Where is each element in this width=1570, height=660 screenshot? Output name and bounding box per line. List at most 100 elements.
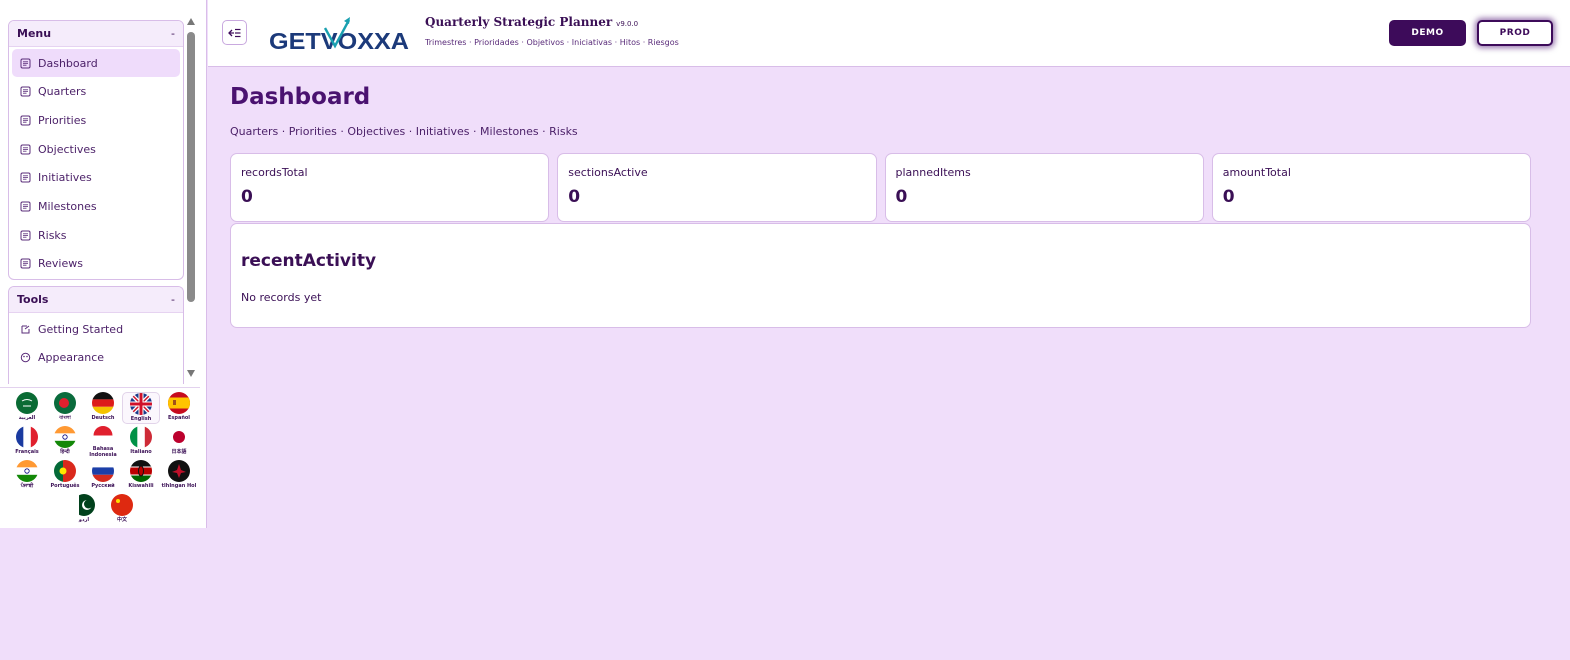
language-option-german[interactable]: Deutsch [84,392,122,424]
document-icon [20,86,31,97]
scroll-up-arrow-icon[interactable] [187,18,195,25]
stat-label: recordsTotal [241,166,308,179]
tools-panel-header[interactable]: Tools - [9,287,183,313]
sidebar-item-milestones[interactable]: Milestones [12,192,180,220]
stat-value: 0 [568,187,581,207]
document-icon [20,144,31,155]
spain-flag-icon [168,392,190,414]
app-title-text: Quarterly Strategic Planner [425,15,613,29]
language-option-portuguese[interactable]: Português [46,460,84,492]
document-icon [20,201,31,212]
breadcrumb: Quarters · Priorities · Objectives · Ini… [230,125,578,138]
menu-panel-title: Menu [17,27,52,40]
kenya-flag-icon [130,460,152,482]
language-option-klingon[interactable]: tlhIngan Hol [160,460,198,492]
india-flag-icon [16,460,38,482]
uk-flag-icon [130,393,152,415]
tools-collapse-toggle[interactable]: - [171,293,175,306]
sidebar-item-label: Objectives [38,142,96,156]
sidebar-item-appearance[interactable]: Appearance [12,343,180,371]
sidebar-item-label: Dashboard [38,56,98,70]
sidebar-item-label: Appearance [38,350,105,364]
indonesia-flag-icon [93,426,113,445]
germany-flag-icon [92,392,114,414]
menu-collapse-toggle[interactable]: - [171,27,175,40]
sidebar-item-objectives[interactable]: Objectives [12,135,180,163]
sidebar-scrollbar[interactable] [186,18,196,380]
bangladesh-flag-icon [54,392,76,414]
sidebar-item-initiatives[interactable]: Initiatives [12,164,180,192]
page-title: Dashboard [230,84,371,110]
stat-value: 0 [241,187,253,207]
stat-label: sectionsActive [568,166,648,179]
tools-panel-title: Tools [17,293,49,306]
sidebar-collapse-button[interactable] [222,20,247,45]
document-icon [20,58,31,68]
japan-flag-icon [168,426,190,448]
saudi-flag-icon [16,392,38,414]
stat-card-sections-active: sectionsActive 0 [557,153,877,222]
sidebar-item-label: Priorities [38,113,87,127]
language-option-hindi[interactable]: हिन्दी [46,426,84,458]
sidebar: Menu - Dashboard Quarters Priorities Obj… [0,0,207,528]
sidebar-scroll-area: Menu - Dashboard Quarters Priorities Obj… [0,0,207,384]
sidebar-item-risks[interactable]: Risks [12,221,180,249]
sidebar-item-reviews[interactable]: Reviews [12,250,180,278]
getvoxxa-logo: GETVOXXA [269,17,409,54]
app-subtitle: Trimestres · Prioridades · Objetivos · I… [425,38,679,47]
launch-icon [21,325,30,333]
sidebar-item-dashboard[interactable]: Dashboard [12,49,180,77]
language-option-japanese[interactable]: 日本語 [160,426,198,458]
language-option-chinese[interactable]: 中文 [103,494,141,526]
sidebar-collapse-icon [228,28,241,37]
stat-card-records-total: recordsTotal 0 [230,153,550,222]
language-option-urdu[interactable]: اردو [65,494,103,526]
language-option-swahili[interactable]: Kiswahili [122,460,160,492]
language-option-arabic[interactable]: العربية [8,392,46,424]
language-picker: العربية বাংলা Deutsch English Español Fr… [7,392,199,528]
scroll-down-arrow-icon[interactable] [187,370,195,377]
palette-icon [20,352,31,362]
stat-card-amount-total: amountTotal 0 [1211,153,1531,222]
sidebar-item-label: Milestones [38,199,97,213]
sidebar-item-label: Initiatives [38,171,92,185]
sidebar-item-getting-started[interactable]: Getting Started [12,315,180,343]
empty-state-text: No records yet [241,291,322,304]
sidebar-item-quarters[interactable]: Quarters [12,78,180,106]
language-option-bengali[interactable]: বাংলা [46,392,84,424]
language-option-italian[interactable]: Italiano [122,426,160,458]
language-option-spanish[interactable]: Español [160,392,198,424]
klingon-flag-icon [168,460,190,482]
language-option-indonesian[interactable]: Bahasa Indonesia [84,426,122,458]
italy-flag-icon [130,426,152,448]
recent-activity-panel: recentActivity No records yet [230,223,1531,328]
language-option-punjabi[interactable]: ਪੰਜਾਬੀ [8,460,46,492]
app-title: Quarterly Strategic Planner v9.0.0 [425,15,638,29]
prod-env-button[interactable]: PROD [1477,20,1553,46]
document-icon [20,230,31,241]
stat-label: plannedItems [895,166,971,179]
recent-activity-title: recentActivity [241,251,377,271]
document-icon [20,258,31,269]
language-option-russian[interactable]: Русский [84,460,122,492]
sidebar-item-label: Quarters [38,85,87,99]
pakistan-flag-icon [73,494,95,516]
sidebar-item-priorities[interactable]: Priorities [12,106,180,134]
language-option-french[interactable]: Français [8,426,46,458]
russia-flag-icon [92,460,114,482]
sidebar-item-label: Reviews [38,257,83,271]
scrollbar-thumb[interactable] [187,32,195,302]
stat-card-planned-items: plannedItems 0 [884,153,1204,222]
sidebar-item-label: Risks [38,228,67,242]
demo-env-button[interactable]: DEMO [1389,20,1466,46]
document-icon [20,172,31,183]
india-flag-icon [54,426,76,448]
document-icon [20,115,31,126]
stat-label: amountTotal [1222,166,1291,179]
tools-panel: Tools - Getting Started Appearance [8,286,184,384]
language-option-english[interactable]: English [122,392,160,424]
menu-panel-header[interactable]: Menu - [9,21,183,47]
app-version: v9.0.0 [616,20,639,28]
stat-value: 0 [895,187,908,207]
stats-row: recordsTotal 0 sectionsActive 0 plannedI… [230,153,1531,222]
